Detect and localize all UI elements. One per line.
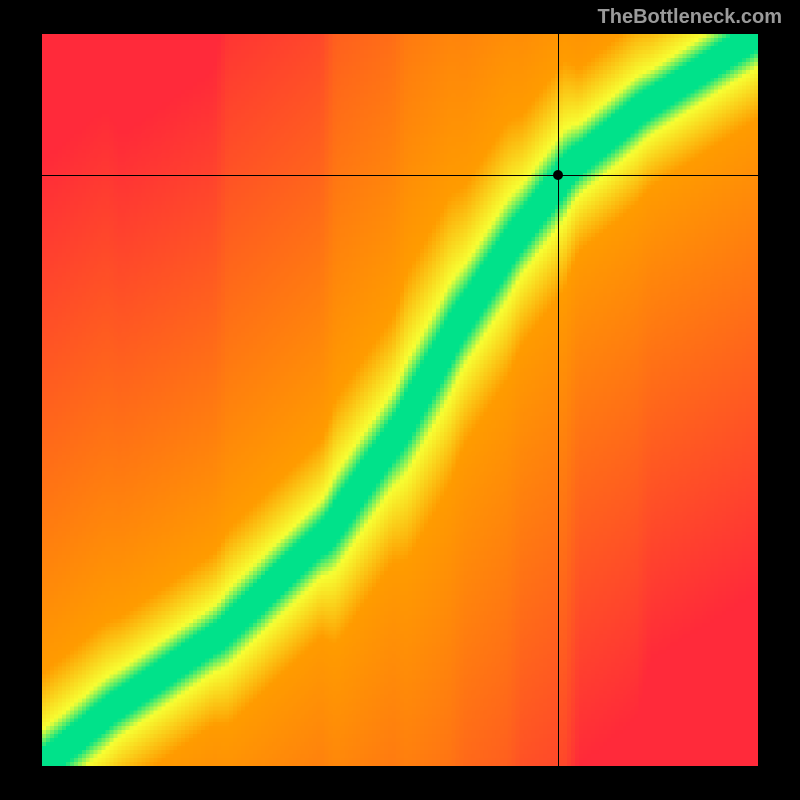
heatmap-canvas [42, 34, 758, 766]
crosshair-horizontal [42, 175, 758, 176]
crosshair-vertical [558, 34, 559, 766]
heatmap-plot [42, 34, 758, 766]
marker-point [553, 170, 563, 180]
attribution-text: TheBottleneck.com [598, 6, 782, 29]
